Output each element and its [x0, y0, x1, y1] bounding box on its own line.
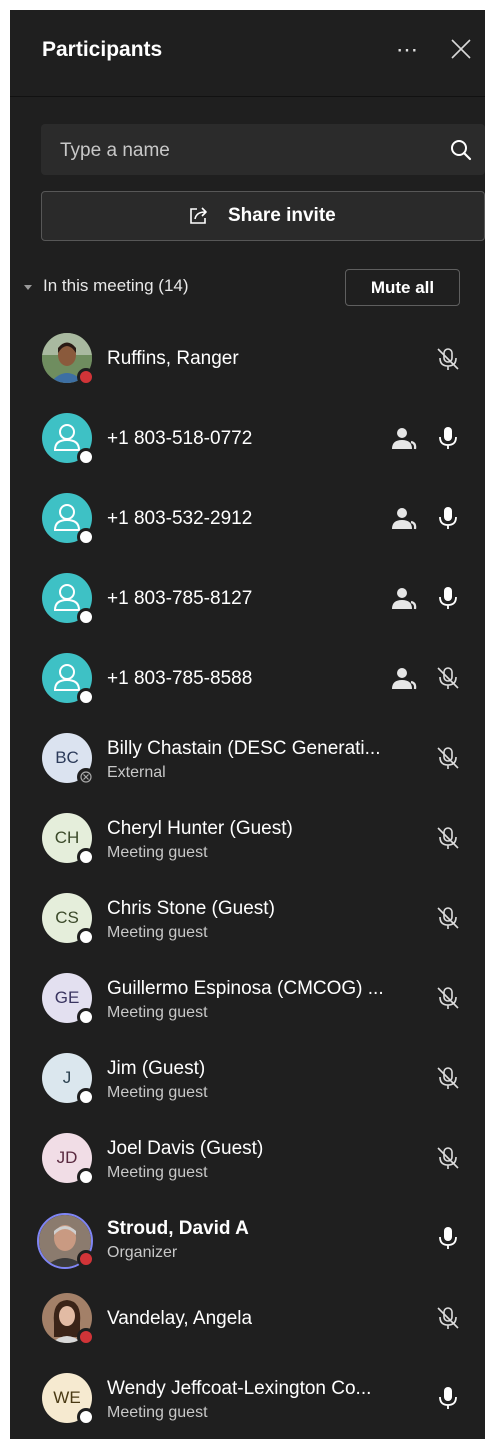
participant-subtitle: Meeting guest [107, 844, 208, 861]
participant-name: Joel Davis (Guest) [107, 1138, 264, 1159]
status-badge-available [77, 528, 95, 546]
mic-muted-icon[interactable] [435, 985, 461, 1011]
status-badge-available [77, 688, 95, 706]
share-invite-label: Share invite [228, 205, 336, 226]
status-badge-available [77, 848, 95, 866]
participant-name: Vandelay, Angela [107, 1308, 253, 1329]
participant-name: Ruffins, Ranger [107, 348, 239, 369]
participant-name: Stroud, David A [107, 1218, 249, 1239]
search-icon[interactable] [449, 138, 473, 162]
participant-row[interactable]: CH Cheryl Hunter (Guest) Meeting guest [10, 798, 485, 878]
phone-user-icon [392, 588, 417, 610]
participant-name: +1 803-518-0772 [107, 428, 253, 449]
participant-row[interactable]: +1 803-518-0772 [10, 398, 485, 478]
mic-muted-icon[interactable] [435, 745, 461, 771]
share-invite-button[interactable]: Share invite [41, 191, 485, 241]
participant-subtitle: Meeting guest [107, 1004, 208, 1021]
status-badge-busy [77, 1250, 95, 1268]
participant-subtitle: Meeting guest [107, 1084, 208, 1101]
status-badge-available [77, 1408, 95, 1426]
participant-subtitle: Meeting guest [107, 1164, 208, 1181]
participant-row[interactable]: J Jim (Guest) Meeting guest [10, 1038, 485, 1118]
status-badge-available [77, 608, 95, 626]
close-icon [451, 39, 471, 59]
phone-user-icon [392, 508, 417, 530]
participant-row[interactable]: GE Guillermo Espinosa (CMCOG) ... Meetin… [10, 958, 485, 1038]
participant-row[interactable]: Stroud, David A Organizer [10, 1198, 485, 1278]
mic-muted-icon[interactable] [435, 665, 461, 691]
more-options-button[interactable]: ⋯ [396, 37, 419, 63]
status-badge-busy [77, 1328, 95, 1346]
mute-all-button[interactable]: Mute all [345, 269, 460, 306]
participant-name: +1 803-785-8588 [107, 668, 253, 689]
participant-row[interactable]: Ruffins, Ranger [10, 318, 485, 398]
mic-icon[interactable] [435, 1225, 461, 1251]
mic-muted-icon[interactable] [435, 825, 461, 851]
collapse-caret-icon[interactable] [23, 284, 33, 292]
participant-name: +1 803-785-8127 [107, 588, 253, 609]
participant-subtitle: Meeting guest [107, 924, 208, 941]
status-badge-available [77, 928, 95, 946]
panel-header: Participants ⋯ [10, 10, 485, 97]
status-badge-available [77, 1008, 95, 1026]
status-badge-available [77, 1088, 95, 1106]
mic-muted-icon[interactable] [435, 905, 461, 931]
participant-row[interactable]: +1 803-532-2912 [10, 478, 485, 558]
participant-subtitle: Meeting guest [107, 1404, 208, 1421]
participant-subtitle: External [107, 764, 166, 781]
search-input[interactable] [41, 124, 442, 177]
mic-muted-icon[interactable] [435, 346, 461, 372]
mic-icon[interactable] [435, 1385, 461, 1411]
participant-row[interactable]: BC Billy Chastain (DESC Generati... Exte… [10, 718, 485, 798]
status-badge-available [77, 1168, 95, 1186]
more-icon: ⋯ [396, 37, 419, 62]
participants-panel: Participants ⋯ Share invite In this meet… [10, 10, 485, 1439]
participant-row[interactable]: Vandelay, Angela [10, 1278, 485, 1358]
mic-icon[interactable] [435, 505, 461, 531]
participant-name: Chris Stone (Guest) [107, 898, 275, 919]
status-badge-external [77, 768, 95, 786]
close-button[interactable] [450, 38, 472, 65]
mic-icon[interactable] [435, 425, 461, 451]
search-box [41, 124, 485, 177]
participant-row[interactable]: +1 803-785-8588 [10, 638, 485, 718]
phone-user-icon [392, 428, 417, 450]
participant-row[interactable]: JD Joel Davis (Guest) Meeting guest [10, 1118, 485, 1198]
status-badge-available [77, 448, 95, 466]
participant-subtitle: Organizer [107, 1244, 178, 1261]
participant-row[interactable]: WE Wendy Jeffcoat-Lexington Co... Meetin… [10, 1358, 485, 1438]
mic-muted-icon[interactable] [435, 1065, 461, 1091]
mic-icon[interactable] [435, 585, 461, 611]
participant-name: Billy Chastain (DESC Generati... [107, 738, 381, 759]
mic-muted-icon[interactable] [435, 1145, 461, 1171]
participant-name: Wendy Jeffcoat-Lexington Co... [107, 1378, 372, 1399]
participant-name: +1 803-532-2912 [107, 508, 253, 529]
participant-name: Cheryl Hunter (Guest) [107, 818, 293, 839]
status-badge-busy [77, 368, 95, 386]
mic-muted-icon[interactable] [435, 1305, 461, 1331]
phone-user-icon [392, 668, 417, 690]
participant-name: Guillermo Espinosa (CMCOG) ... [107, 978, 384, 999]
participant-row[interactable]: +1 803-785-8127 [10, 558, 485, 638]
participant-name: Jim (Guest) [107, 1058, 206, 1079]
panel-title: Participants [42, 38, 163, 61]
section-header-in-meeting[interactable]: In this meeting (14) [43, 276, 189, 296]
share-icon [190, 207, 207, 224]
participant-row[interactable]: CS Chris Stone (Guest) Meeting guest [10, 878, 485, 958]
